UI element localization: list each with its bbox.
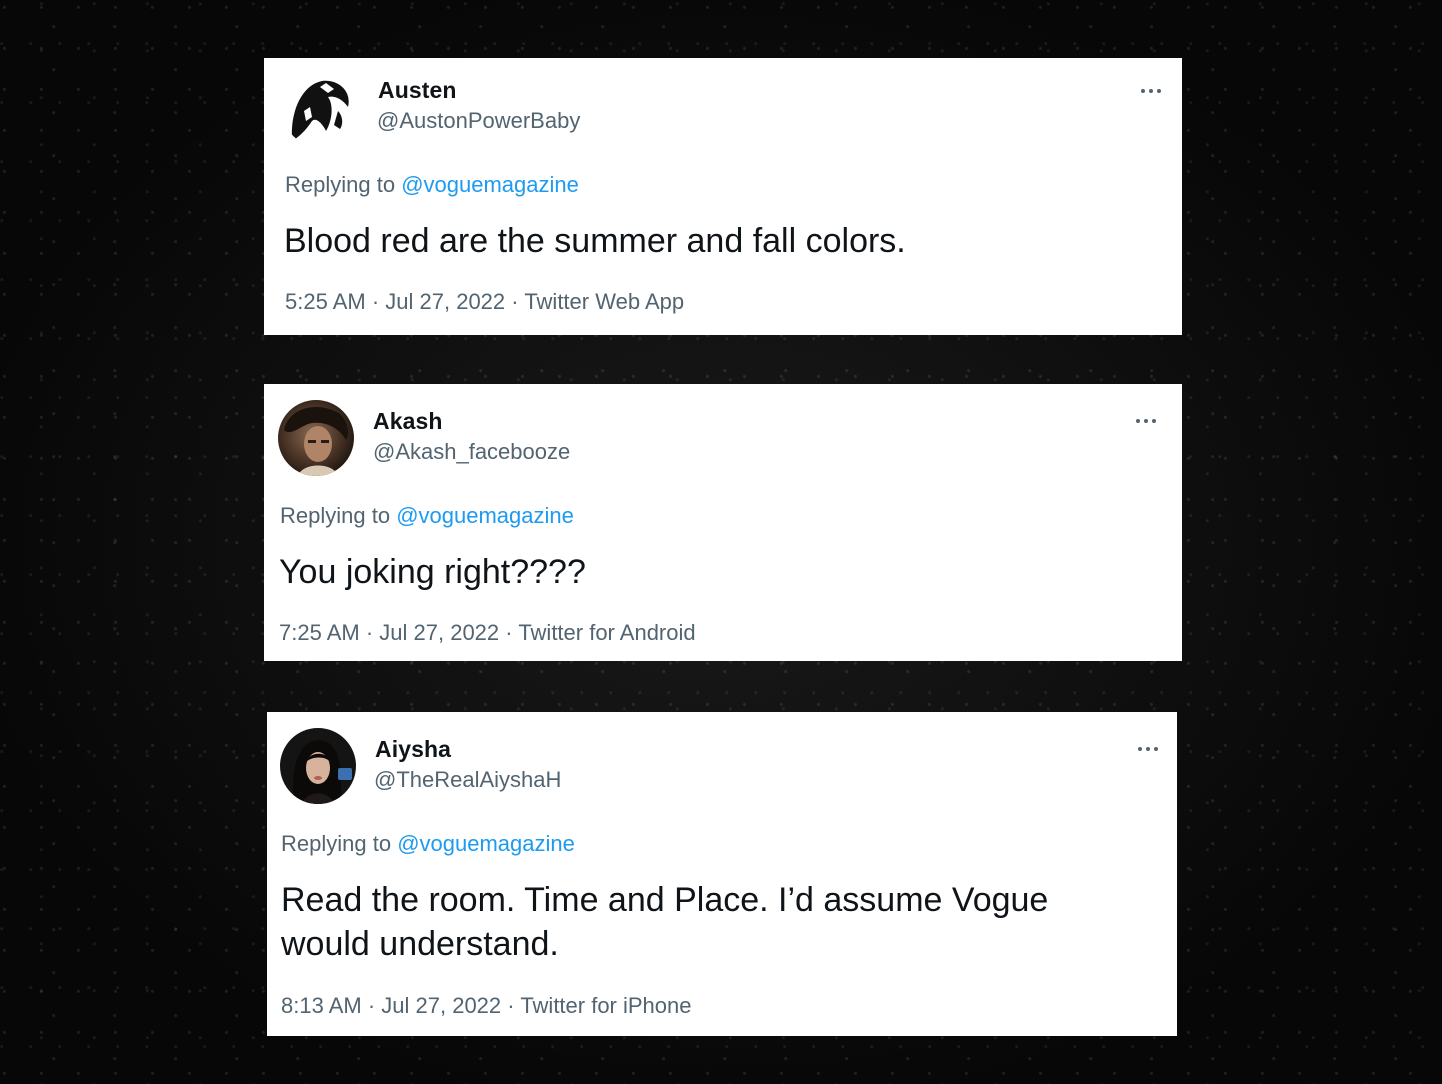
tweet-date[interactable]: Jul 27, 2022	[385, 289, 505, 314]
display-name[interactable]: Akash	[373, 408, 443, 435]
tweet-time[interactable]: 7:25 AM	[279, 620, 360, 645]
more-options-icon[interactable]	[1138, 747, 1158, 751]
meta-separator: ·	[505, 289, 525, 314]
avatar-image	[280, 728, 356, 804]
meta-separator: ·	[359, 620, 380, 645]
replying-prefix: Replying to	[281, 831, 398, 856]
replying-to: Replying to @voguemagazine	[285, 172, 579, 198]
tweet-card[interactable]: Akash @Akash_facebooze Replying to @vogu…	[264, 384, 1182, 661]
user-handle[interactable]: @Akash_facebooze	[373, 439, 570, 465]
avatar-image	[282, 71, 358, 147]
tweet-card[interactable]: Aiysha @TheRealAiyshaH Replying to @vogu…	[267, 712, 1177, 1036]
tweet-time[interactable]: 8:13 AM	[281, 993, 362, 1018]
tweet-card[interactable]: Austen @AustonPowerBaby Replying to @vog…	[264, 58, 1182, 335]
mention-link[interactable]: @voguemagazine	[396, 503, 574, 528]
tweet-date[interactable]: Jul 27, 2022	[381, 993, 501, 1018]
tweet-date[interactable]: Jul 27, 2022	[379, 620, 499, 645]
avatar-image	[278, 400, 354, 476]
tweet-source[interactable]: Twitter for Android	[518, 620, 695, 645]
avatar[interactable]	[280, 728, 356, 804]
mention-link[interactable]: @voguemagazine	[401, 172, 579, 197]
tweet-text: Blood red are the summer and fall colors…	[284, 222, 906, 260]
tweet-meta: 7:25 AM · Jul 27, 2022 · Twitter for And…	[279, 620, 696, 646]
more-options-icon[interactable]	[1141, 89, 1161, 93]
tweet-meta: 5:25 AM · Jul 27, 2022 · Twitter Web App	[285, 289, 684, 315]
more-options-icon[interactable]	[1136, 419, 1156, 423]
replying-prefix: Replying to	[280, 503, 397, 528]
display-name[interactable]: Aiysha	[375, 736, 451, 763]
tweet-meta: 8:13 AM · Jul 27, 2022 · Twitter for iPh…	[281, 993, 692, 1019]
meta-separator: ·	[499, 620, 519, 645]
meta-separator: ·	[361, 993, 382, 1018]
meta-separator: ·	[501, 993, 521, 1018]
meta-separator: ·	[365, 289, 386, 314]
mention-link[interactable]: @voguemagazine	[397, 831, 575, 856]
avatar[interactable]	[278, 400, 354, 476]
tweet-source[interactable]: Twitter Web App	[524, 289, 684, 314]
user-handle[interactable]: @AustonPowerBaby	[377, 108, 580, 134]
tweet-time[interactable]: 5:25 AM	[285, 289, 366, 314]
replying-to: Replying to @voguemagazine	[280, 503, 574, 529]
tweet-source[interactable]: Twitter for iPhone	[520, 993, 691, 1018]
replying-prefix: Replying to	[285, 172, 402, 197]
display-name[interactable]: Austen	[378, 77, 457, 104]
tweet-text: Read the room. Time and Place. I’d assum…	[281, 881, 1049, 963]
replying-to: Replying to @voguemagazine	[281, 831, 575, 857]
user-handle[interactable]: @TheRealAiyshaH	[374, 767, 561, 793]
avatar[interactable]	[282, 71, 358, 147]
tweet-text: You joking right????	[279, 553, 586, 591]
